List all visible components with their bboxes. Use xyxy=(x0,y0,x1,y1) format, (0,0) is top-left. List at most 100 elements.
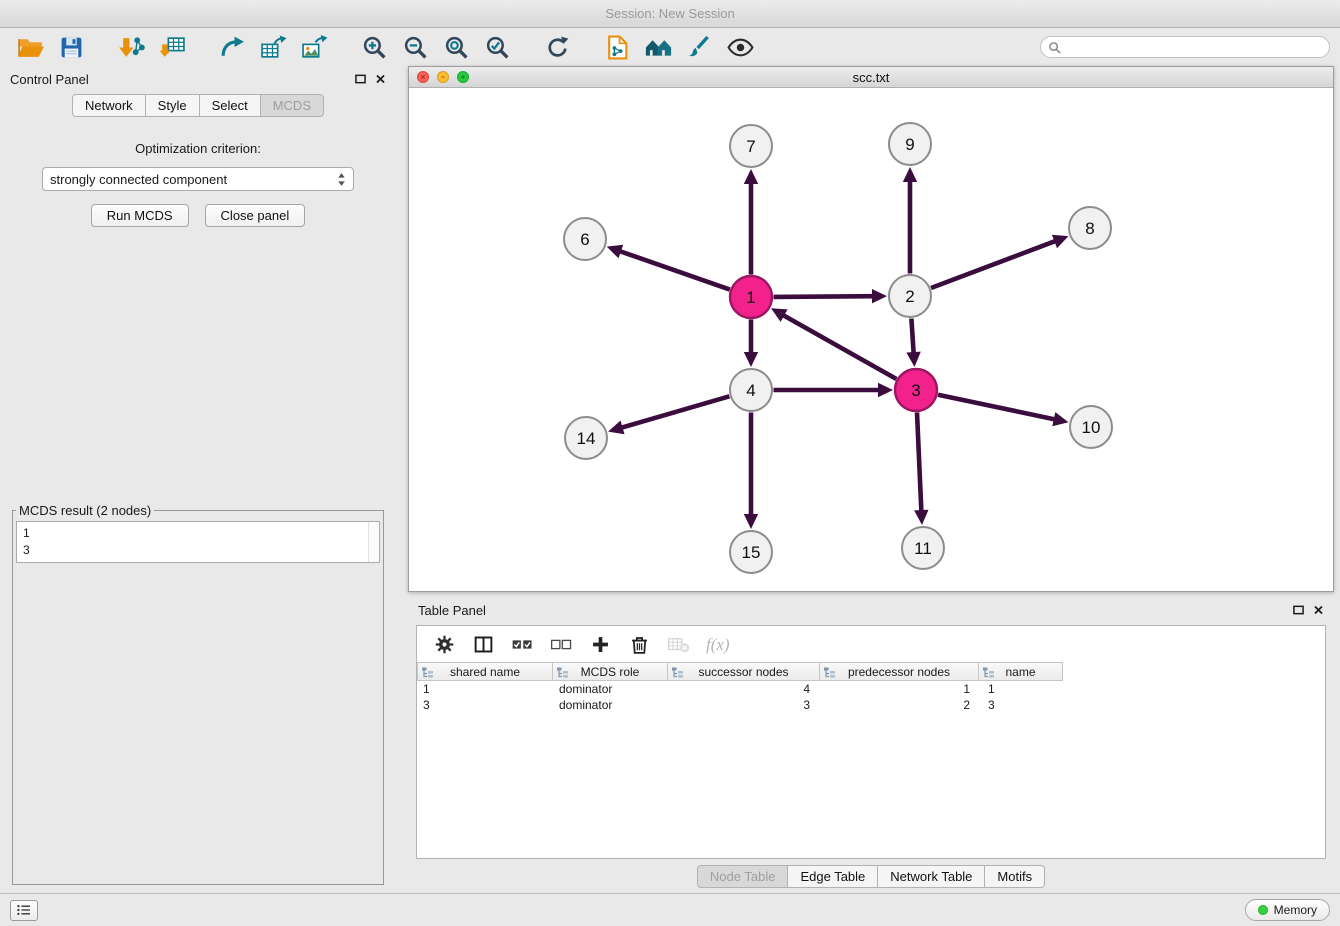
node-11[interactable]: 11 xyxy=(902,527,944,569)
node-table: f(x) shared name MCDS role successor nodes… xyxy=(416,625,1326,859)
search-input[interactable] xyxy=(1040,36,1330,58)
node-1[interactable]: 1 xyxy=(730,276,772,318)
zoom-fit-button[interactable] xyxy=(441,33,472,62)
network-window-titlebar: scc.txt xyxy=(409,67,1333,88)
export-image-icon xyxy=(301,35,328,60)
edge-3-1[interactable] xyxy=(782,315,896,379)
edge-arrow-icon xyxy=(906,352,920,367)
close-panel-icon[interactable] xyxy=(375,74,386,84)
node-2[interactable]: 2 xyxy=(889,275,931,317)
save-session-button[interactable] xyxy=(56,33,87,62)
mcds-buttons: Run MCDS Close panel xyxy=(12,204,384,227)
result-scrollbar[interactable] xyxy=(368,522,379,562)
zoom-out-button[interactable] xyxy=(400,33,431,62)
node-7[interactable]: 7 xyxy=(730,125,772,167)
criterion-dropdown[interactable]: strongly connected component xyxy=(42,167,354,191)
zoom-in-button[interactable] xyxy=(359,33,390,62)
export-network-button[interactable] xyxy=(217,33,248,62)
style-brush-button[interactable] xyxy=(684,33,715,62)
node-14[interactable]: 14 xyxy=(565,417,607,459)
add-row-button[interactable] xyxy=(587,632,614,657)
tab-motifs[interactable]: Motifs xyxy=(984,865,1045,888)
edge-arrow-icon xyxy=(608,421,624,435)
table-row[interactable]: 1dominator411 xyxy=(417,681,1325,697)
open-file-button[interactable] xyxy=(15,33,46,62)
edge-arrow-icon xyxy=(903,167,917,182)
gear-button[interactable] xyxy=(431,632,458,657)
select-all-button[interactable] xyxy=(509,632,536,657)
column-header-shared-name[interactable]: shared name xyxy=(417,662,553,681)
cell-successor-nodes: 4 xyxy=(669,681,822,697)
edge-arrow-icon xyxy=(744,514,758,529)
column-header-name[interactable]: name xyxy=(978,662,1063,681)
tab-select[interactable]: Select xyxy=(199,94,261,117)
delete-table-button[interactable] xyxy=(665,632,692,657)
mcds-result-group: MCDS result (2 nodes) 1 3 xyxy=(12,503,384,885)
node-9[interactable]: 9 xyxy=(889,123,931,165)
export-table-button[interactable] xyxy=(258,33,289,62)
sort-icon xyxy=(421,666,434,679)
network-canvas[interactable]: 1 2 3 4 6 7 8 9 10 11 14 15 xyxy=(409,88,1333,591)
edge-1-2[interactable] xyxy=(774,296,875,297)
window-minimize-icon[interactable] xyxy=(437,71,449,83)
tab-network[interactable]: Network xyxy=(72,94,146,117)
zoom-selected-button[interactable] xyxy=(482,33,513,62)
menu-button[interactable] xyxy=(10,900,38,921)
import-table-button[interactable] xyxy=(157,33,188,62)
column-header-predecessor-nodes[interactable]: predecessor nodes xyxy=(819,662,979,681)
homes-button[interactable] xyxy=(643,33,674,62)
memory-label: Memory xyxy=(1274,903,1317,917)
node-6[interactable]: 6 xyxy=(564,218,606,260)
network-file-button[interactable] xyxy=(602,33,633,62)
eye-button[interactable] xyxy=(725,33,756,62)
node-3[interactable]: 3 xyxy=(895,369,937,411)
delete-row-button[interactable] xyxy=(626,632,653,657)
clear-selection-button[interactable] xyxy=(548,632,575,657)
column-header-successor-nodes[interactable]: successor nodes xyxy=(667,662,820,681)
memory-button[interactable]: Memory xyxy=(1245,899,1330,921)
columns-icon xyxy=(472,634,495,655)
export-image-button[interactable] xyxy=(299,33,330,62)
column-label: MCDS role xyxy=(581,665,640,679)
style-brush-icon xyxy=(686,35,713,60)
tab-network-table[interactable]: Network Table xyxy=(877,865,985,888)
close-panel-button[interactable]: Close panel xyxy=(205,204,306,227)
edge-arrow-icon xyxy=(744,352,758,367)
edge-3-10[interactable] xyxy=(938,395,1056,420)
search-icon xyxy=(1048,41,1061,54)
tab-node-table[interactable]: Node Table xyxy=(697,865,789,888)
add-row-icon xyxy=(589,634,612,655)
run-mcds-button[interactable]: Run MCDS xyxy=(91,204,189,227)
edge-4-14[interactable] xyxy=(621,396,730,428)
memory-status-dot xyxy=(1258,905,1268,915)
tab-style[interactable]: Style xyxy=(145,94,200,117)
node-15[interactable]: 15 xyxy=(730,531,772,573)
float-table-panel-icon[interactable] xyxy=(1293,605,1304,615)
node-8[interactable]: 8 xyxy=(1069,207,1111,249)
node-10[interactable]: 10 xyxy=(1070,406,1112,448)
dropdown-stepper-icon xyxy=(337,172,346,187)
select-all-icon xyxy=(511,634,534,655)
gear-icon xyxy=(433,634,456,655)
edge-2-3[interactable] xyxy=(911,319,913,355)
search-container xyxy=(1040,36,1330,58)
function-builder-button[interactable]: f(x) xyxy=(704,633,732,657)
close-table-panel-icon[interactable] xyxy=(1313,605,1324,615)
network-canvas-container: 1 2 3 4 6 7 8 9 10 11 14 15 xyxy=(409,88,1333,591)
column-header-mcds-role[interactable]: MCDS role xyxy=(552,662,668,681)
node-4[interactable]: 4 xyxy=(730,369,772,411)
edge-1-6[interactable] xyxy=(619,251,730,290)
edge-2-8[interactable] xyxy=(931,241,1056,288)
float-panel-icon[interactable] xyxy=(355,74,366,84)
tab-mcds[interactable]: MCDS xyxy=(260,94,324,117)
window-zoom-icon[interactable] xyxy=(457,71,469,83)
import-network-button[interactable] xyxy=(116,33,147,62)
edge-3-11[interactable] xyxy=(917,413,921,513)
column-label: predecessor nodes xyxy=(848,665,950,679)
table-row[interactable]: 3dominator323 xyxy=(417,697,1325,713)
refresh-button[interactable] xyxy=(542,33,573,62)
tab-edge-table[interactable]: Edge Table xyxy=(787,865,878,888)
columns-button[interactable] xyxy=(470,632,497,657)
cell-shared-name: 1 xyxy=(417,681,553,697)
window-close-icon[interactable] xyxy=(417,71,429,83)
